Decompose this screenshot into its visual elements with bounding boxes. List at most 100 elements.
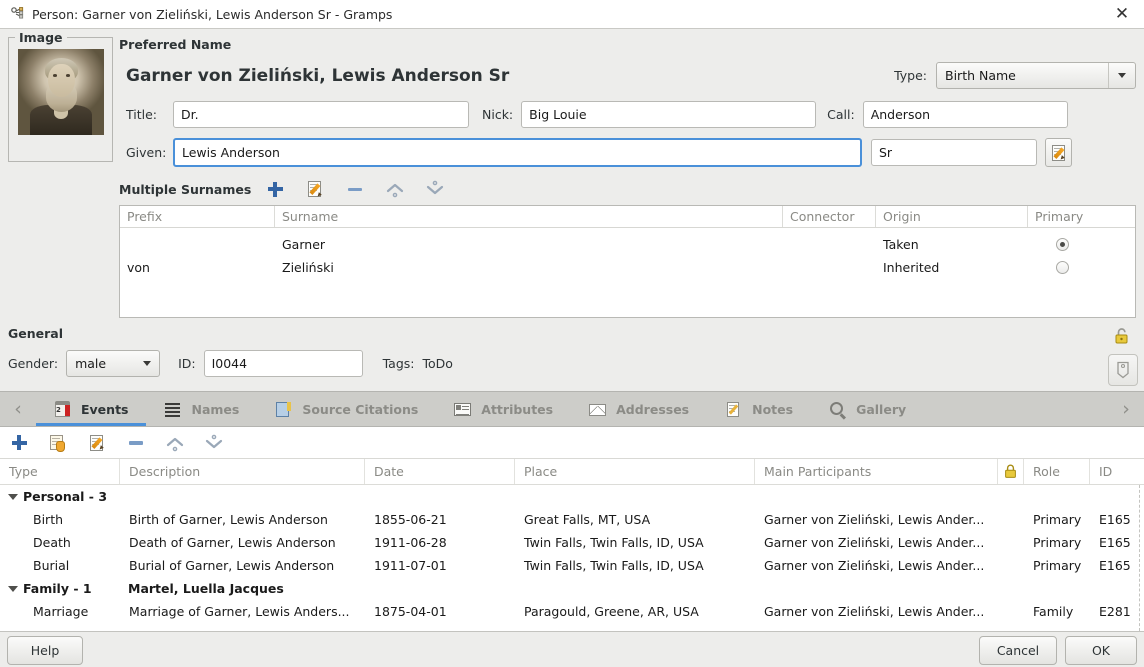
- column-header-primary[interactable]: Primary: [1028, 206, 1096, 227]
- move-up-surname-button[interactable]: [385, 179, 405, 199]
- event-date: 1911-06-28: [374, 535, 447, 550]
- edit-event-button[interactable]: [87, 433, 107, 453]
- chevron-down-icon[interactable]: [135, 351, 159, 376]
- column-header-private[interactable]: [998, 459, 1024, 484]
- add-surname-button[interactable]: [265, 179, 285, 199]
- column-header-surname[interactable]: Surname: [275, 206, 783, 227]
- tag-icon[interactable]: [1108, 354, 1138, 386]
- padlock-icon: [1005, 464, 1016, 478]
- column-header-id[interactable]: ID: [1090, 459, 1138, 484]
- tab-events[interactable]: 2 Events: [36, 392, 147, 426]
- column-header-type[interactable]: Type: [0, 459, 120, 484]
- move-down-surname-button[interactable]: [425, 179, 445, 199]
- remove-surname-button[interactable]: [345, 179, 365, 199]
- surname-primary-radio[interactable]: [1028, 238, 1096, 251]
- event-role: Primary: [1033, 535, 1082, 550]
- portrait-photograph[interactable]: [18, 49, 104, 135]
- tab-gallery[interactable]: Gallery: [811, 392, 924, 426]
- event-group-header[interactable]: Personal - 3: [0, 485, 1144, 508]
- event-id: E281: [1099, 604, 1131, 619]
- column-header-description[interactable]: Description: [120, 459, 365, 484]
- remove-event-button[interactable]: [126, 433, 146, 453]
- tags-value: ToDo: [422, 356, 453, 371]
- table-row[interactable]: Burial Burial of Garner, Lewis Anderson …: [0, 554, 1144, 577]
- tags-label: Tags:: [382, 356, 415, 371]
- id-input[interactable]: [203, 350, 363, 377]
- tab-addresses[interactable]: Addresses: [571, 392, 707, 426]
- column-header-date[interactable]: Date: [365, 459, 515, 484]
- table-row[interactable]: Birth Birth of Garner, Lewis Anderson 18…: [0, 508, 1144, 531]
- surnames-header: Multiple Surnames: [119, 179, 1136, 199]
- gender-select[interactable]: male: [66, 350, 161, 377]
- surname-origin: Taken: [883, 237, 919, 252]
- call-input[interactable]: [862, 101, 1068, 128]
- suffix-input[interactable]: [871, 139, 1037, 166]
- title-input[interactable]: [173, 101, 469, 128]
- nick-input[interactable]: [521, 101, 817, 128]
- help-button[interactable]: Help: [7, 635, 83, 665]
- edit-surname-button[interactable]: [305, 179, 325, 199]
- column-header-origin[interactable]: Origin: [876, 206, 1028, 227]
- surnames-table[interactable]: Prefix Surname Connector Origin Primary …: [119, 205, 1136, 318]
- column-header-place[interactable]: Place: [515, 459, 755, 484]
- event-place: Great Falls, MT, USA: [524, 512, 651, 527]
- tab-notes[interactable]: Notes: [707, 392, 811, 426]
- move-up-event-button[interactable]: [165, 433, 185, 453]
- call-label: Call:: [827, 107, 855, 122]
- general-fields-row: Gender: male ID: Tags: ToDo: [8, 350, 1136, 377]
- tab-label: Attributes: [481, 401, 554, 417]
- attributes-card-icon: [454, 401, 472, 418]
- column-header-connector[interactable]: Connector: [783, 206, 876, 227]
- expand-triangle-icon[interactable]: [8, 585, 18, 592]
- close-icon[interactable]: ✕: [1100, 0, 1144, 28]
- events-toolbar: [0, 427, 1144, 459]
- tab-label: Names: [191, 401, 240, 417]
- event-participants: Garner von Zieliński, Lewis Ander...: [764, 512, 985, 527]
- events-vertical-scrollbar[interactable]: [1139, 485, 1144, 631]
- unlocked-padlock-icon[interactable]: [1112, 326, 1132, 346]
- surname-value: Garner: [282, 237, 326, 252]
- cancel-button[interactable]: Cancel: [979, 635, 1057, 665]
- image-panel-legend: Image: [15, 30, 67, 45]
- event-group-header[interactable]: Family - 1 Martel, Luella Jacques: [0, 577, 1144, 600]
- chevron-down-icon[interactable]: [1108, 63, 1135, 88]
- table-row[interactable]: Garner Taken: [120, 233, 1135, 256]
- tab-source-citations[interactable]: Source Citations: [257, 392, 436, 426]
- column-header-role[interactable]: Role: [1024, 459, 1090, 484]
- table-row[interactable]: Death Death of Garner, Lewis Anderson 19…: [0, 531, 1144, 554]
- column-header-prefix[interactable]: Prefix: [120, 206, 275, 227]
- tab-attributes[interactable]: Attributes: [436, 392, 571, 426]
- event-date: 1855-06-21: [374, 512, 447, 527]
- tab-label: Source Citations: [302, 401, 419, 417]
- expand-triangle-icon[interactable]: [8, 493, 18, 500]
- preferred-name-label: Preferred Name: [119, 37, 232, 52]
- edit-icon: [1049, 143, 1069, 163]
- person-editor-upper: Image Preferred Name Garner von Zielińsk…: [0, 29, 1144, 326]
- surname-primary-radio[interactable]: [1028, 261, 1096, 274]
- column-header-main-participants[interactable]: Main Participants: [755, 459, 998, 484]
- surname-prefix: von: [127, 260, 150, 275]
- events-table[interactable]: Type Description Date Place Main Partici…: [0, 459, 1144, 631]
- table-row[interactable]: von Zieliński Inherited: [120, 256, 1135, 279]
- edit-name-icon[interactable]: [1045, 138, 1072, 167]
- tab-names[interactable]: Names: [146, 392, 257, 426]
- tab-label: Notes: [752, 401, 794, 417]
- share-event-button[interactable]: [48, 433, 68, 453]
- event-description: Birth of Garner, Lewis Anderson: [129, 512, 328, 527]
- title-label: Title:: [126, 107, 157, 122]
- name-type-select[interactable]: Birth Name: [936, 62, 1136, 89]
- id-label: ID:: [178, 356, 196, 371]
- ok-button[interactable]: OK: [1065, 635, 1137, 665]
- person-icon: [9, 6, 25, 22]
- dialog-footer: Help Cancel OK: [0, 631, 1144, 667]
- magnifier-gallery-icon: [829, 401, 847, 420]
- event-place: Twin Falls, Twin Falls, ID, USA: [524, 558, 704, 573]
- event-group-label: Family - 1: [23, 581, 92, 596]
- add-event-button[interactable]: [9, 433, 29, 453]
- table-row[interactable]: Marriage Marriage of Garner, Lewis Ander…: [0, 600, 1144, 623]
- tabs-prev-arrow-icon[interactable]: ‹: [0, 392, 36, 426]
- move-down-event-button[interactable]: [204, 433, 224, 453]
- given-input[interactable]: [173, 138, 862, 167]
- list-names-icon: [164, 401, 181, 418]
- tabs-next-arrow-icon[interactable]: ›: [1108, 392, 1144, 426]
